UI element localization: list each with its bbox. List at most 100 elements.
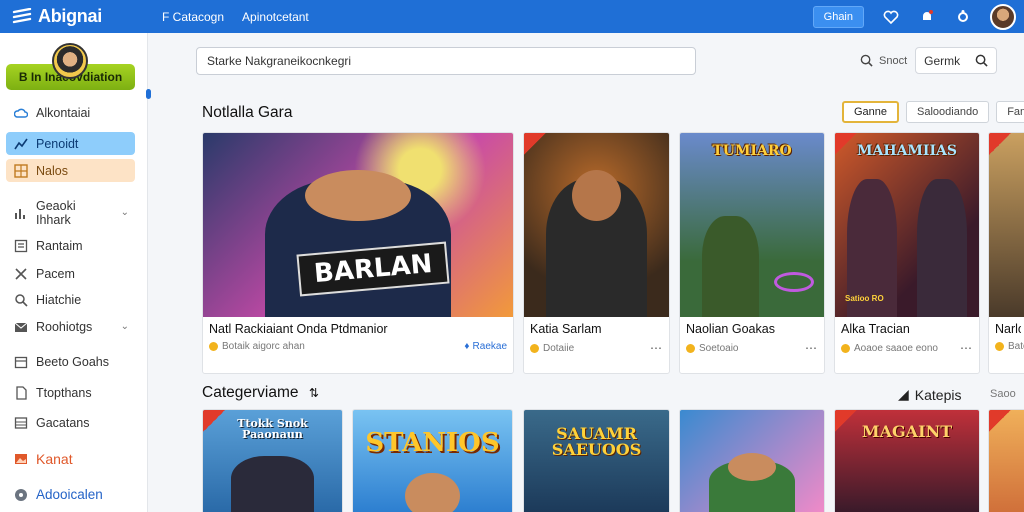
game-card[interactable]: Katia Sarlam Dotaiie ⋯ bbox=[523, 132, 670, 374]
category-card[interactable]: MAGAINT bbox=[834, 409, 980, 512]
sidebar-item-8[interactable]: Roohiotgs ⌄ bbox=[6, 315, 135, 338]
sidebar-item-label: Beeto Goahs bbox=[36, 354, 109, 369]
scroll-indicator bbox=[146, 89, 151, 99]
coin-icon bbox=[841, 343, 850, 353]
nav-item-second[interactable]: Apinotcetant bbox=[242, 10, 309, 24]
settings-icon[interactable] bbox=[954, 8, 972, 26]
sidebar-item-6[interactable]: Pacem bbox=[6, 262, 135, 285]
sidebar-item-label: Alkontaiai bbox=[36, 105, 91, 120]
category-card[interactable] bbox=[988, 409, 1024, 512]
game-thumbnail[interactable]: MAHAMIIAS Satioo RO bbox=[835, 133, 979, 317]
sidebar-item-11[interactable]: Gacatans bbox=[6, 411, 135, 434]
category-card[interactable]: STANIOS bbox=[352, 409, 513, 512]
game-hero-face bbox=[571, 169, 622, 222]
search-icon bbox=[14, 293, 28, 307]
card-tag-label: Raekae bbox=[472, 341, 507, 352]
search-button-label: Snoct bbox=[879, 54, 908, 67]
sidebar-item-label: Gacatans bbox=[36, 415, 90, 430]
sidebar-item-label: Pacem bbox=[36, 266, 75, 281]
new-badge bbox=[835, 410, 857, 432]
card-meta-text: Aoaoe saaoe eono bbox=[854, 342, 938, 354]
search-button[interactable]: Snoct bbox=[860, 54, 907, 67]
game-art-title: TUMIARO bbox=[712, 143, 792, 159]
sidebar-item-label: Nalos bbox=[36, 163, 68, 178]
card-body: Natl Rackiaiant Onda Ptdmanior Botaik ai… bbox=[203, 317, 513, 352]
signin-button[interactable]: Ghain bbox=[812, 5, 864, 28]
search-right: Snoct Germk bbox=[860, 47, 998, 74]
category-art-title: SAUAMR SAEUOOS bbox=[551, 424, 642, 459]
game-thumbnail[interactable] bbox=[524, 133, 669, 317]
sidebar-item-2[interactable]: Penoidt bbox=[6, 132, 135, 155]
table-icon bbox=[14, 416, 28, 430]
categories-extra[interactable]: Saoo bbox=[990, 388, 1016, 400]
coin-icon bbox=[530, 343, 539, 353]
sidebar-item-label: Hiatchie bbox=[36, 292, 82, 307]
sidebar-item-1[interactable]: Alkontaiai bbox=[6, 101, 135, 124]
sidebar-item-10[interactable]: Ttopthans bbox=[6, 381, 135, 404]
new-badge bbox=[835, 133, 857, 155]
search-input[interactable]: Starke Nakgraneikocnkegri bbox=[196, 47, 696, 75]
categories-link[interactable]: ◢ Katepis bbox=[898, 386, 961, 403]
sidebar-item-7[interactable]: Hiatchie bbox=[6, 288, 135, 311]
logo-icon bbox=[12, 7, 32, 23]
secondary-search-value: Germk bbox=[924, 53, 961, 68]
game-card[interactable]: MAHAMIIAS Satioo RO Alka Tracian Aoaoe s… bbox=[834, 132, 980, 374]
card-title: Natl Rackiaiant Onda Ptdmanior bbox=[209, 322, 388, 336]
more-options-icon[interactable]: ⋯ bbox=[960, 341, 973, 355]
heart-icon[interactable] bbox=[882, 8, 900, 26]
card-meta: Batoo bbox=[995, 341, 1024, 352]
game-art-title: MAHAMIIAS bbox=[856, 143, 958, 159]
sidebar-item-3[interactable]: Nalos bbox=[6, 159, 135, 182]
card-body: Narlo Batoo bbox=[989, 317, 1024, 352]
sidebar-item-5[interactable]: Rantaim bbox=[6, 234, 135, 257]
filter-third[interactable]: Faml bbox=[996, 101, 1024, 123]
top-right-actions: Ghain bbox=[812, 3, 1024, 30]
mail-icon bbox=[14, 320, 28, 334]
sidebar-avatar[interactable] bbox=[52, 43, 88, 79]
game-card[interactable]: BARLAN Natl Rackiaiant Onda Ptdmanior Bo… bbox=[202, 132, 514, 374]
filter-games[interactable]: Ganne bbox=[842, 101, 900, 123]
user-avatar[interactable] bbox=[990, 3, 1016, 30]
more-options-icon[interactable]: ⋯ bbox=[805, 341, 818, 355]
card-title: Narlo bbox=[995, 322, 1021, 336]
grid-icon bbox=[14, 163, 28, 178]
game-hero-art bbox=[701, 215, 760, 317]
calendar-icon bbox=[14, 355, 28, 369]
new-badge bbox=[989, 133, 1011, 155]
category-card[interactable]: SAUAMR SAEUOOS bbox=[523, 409, 670, 512]
game-art-subtitle: Satioo RO bbox=[845, 294, 884, 303]
card-tag[interactable]: ♦ Raekae bbox=[464, 341, 507, 352]
sidebar-item-9[interactable]: Beeto Goahs bbox=[6, 350, 135, 373]
brand[interactable]: Abignai bbox=[0, 6, 150, 27]
category-card[interactable]: Ttokk Snok Paaonaun bbox=[202, 409, 343, 512]
card-title: Katia Sarlam bbox=[530, 322, 602, 336]
top-bar: Abignai F Catacogn Apinotcetant Ghain bbox=[0, 0, 1024, 33]
sidebar-item-label: Roohiotgs bbox=[36, 319, 93, 334]
game-hero-art-2 bbox=[917, 179, 968, 317]
photo-icon bbox=[14, 452, 28, 466]
category-art-title: MAGAINT bbox=[861, 422, 953, 441]
game-card[interactable]: TUMIARO Naolian Goakas Soetoaio ⋯ bbox=[679, 132, 825, 374]
sidebar-item-4[interactable]: Geaoki Ihhark ⌄ bbox=[6, 199, 135, 227]
secondary-search-field[interactable]: Germk bbox=[915, 47, 998, 74]
sort-icon[interactable]: ⇅ bbox=[309, 386, 319, 400]
nav-item-catalog[interactable]: F Catacogn bbox=[162, 10, 224, 24]
sidebar-item-12[interactable]: Kanat bbox=[6, 447, 135, 470]
sidebar-item-label: Adooicalen bbox=[36, 487, 103, 502]
sidebar-item-13[interactable]: Adooicalen bbox=[6, 483, 135, 506]
section-title-featured: Notlalla Gara bbox=[202, 104, 293, 121]
category-hero-face bbox=[405, 473, 460, 512]
card-title: Naolian Goakas bbox=[686, 322, 775, 336]
search-icon bbox=[975, 54, 988, 67]
game-thumbnail[interactable]: BARLAN bbox=[203, 133, 513, 317]
game-thumbnail[interactable] bbox=[989, 133, 1024, 317]
list-icon bbox=[14, 239, 28, 253]
notification-bell-icon[interactable] bbox=[918, 8, 936, 26]
game-card[interactable]: Narlo Batoo bbox=[988, 132, 1024, 374]
more-options-icon[interactable]: ⋯ bbox=[650, 341, 663, 355]
category-card[interactable] bbox=[679, 409, 825, 512]
help-icon bbox=[14, 488, 28, 502]
section-title-text: Categerviame bbox=[202, 384, 299, 401]
game-thumbnail[interactable]: TUMIARO bbox=[680, 133, 824, 317]
filter-second[interactable]: Saloodiando bbox=[906, 101, 990, 123]
